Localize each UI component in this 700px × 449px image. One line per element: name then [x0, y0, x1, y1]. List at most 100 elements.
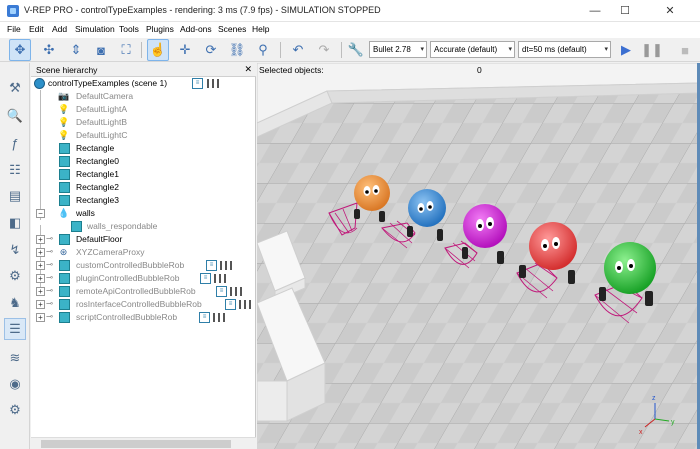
light-icon: 💡 — [58, 104, 70, 114]
object-properties-icon[interactable]: ⚒ — [4, 77, 26, 99]
click-selection-icon[interactable]: ☝ — [147, 39, 169, 61]
menu-scenes[interactable]: Scenes — [218, 24, 246, 34]
tree-row-rosinterface-bubblerob[interactable]: + ⊸ rosInterfaceControlledBubbleRob ≡ — [31, 298, 256, 311]
tree-row-xyz-camera-proxy[interactable]: + ⊸ ⊛ XYZCameraProxy — [31, 246, 256, 259]
tree-row-rectangle[interactable]: Rectangle — [31, 142, 256, 155]
shape-edit-icon[interactable]: ▤ — [4, 185, 26, 207]
object-shift-icon[interactable]: ✛ — [174, 39, 196, 61]
tree-row-walls[interactable]: − 💧 walls — [31, 207, 256, 220]
menu-edit[interactable]: Edit — [29, 24, 44, 34]
stop-simulation-icon[interactable]: ■ — [674, 39, 696, 61]
tree-row-light-c[interactable]: 💡 DefaultLightC — [31, 129, 256, 142]
expand-icon[interactable]: + — [36, 248, 45, 257]
physics-engine-select[interactable]: Bullet 2.78 ▾ — [369, 41, 427, 58]
camera-pan-icon[interactable]: ✥ — [9, 39, 31, 61]
close-button[interactable]: ✕ — [640, 0, 700, 22]
child-script-icon[interactable]: ≡ — [225, 299, 236, 310]
scene-customization-icon[interactable] — [207, 79, 219, 88]
hierarchy-link-icon: ⊸ — [46, 233, 54, 243]
tree-item-label: DefaultCamera — [76, 91, 134, 101]
undo-icon[interactable]: ↶ — [287, 39, 309, 61]
model-browser-icon[interactable]: ♞ — [4, 292, 26, 314]
expand-icon[interactable]: + — [36, 287, 45, 296]
tree-row-camera[interactable]: 📷 DefaultCamera — [31, 90, 256, 103]
customization-script-icon[interactable] — [220, 261, 232, 270]
scrollbar-thumb[interactable] — [41, 440, 231, 448]
tree-row-rectangle3[interactable]: Rectangle3 — [31, 194, 256, 207]
scene-script-icon[interactable]: ≡ — [192, 78, 203, 89]
fit-to-view-icon[interactable]: ⛶ — [115, 39, 137, 61]
cuboid-icon — [59, 312, 70, 323]
calculation-modules-icon[interactable]: 🔍 — [4, 105, 26, 127]
tree-row-scene[interactable]: controlTypeExamples (scene 1) ≡ — [31, 77, 256, 90]
menu-help[interactable]: Help — [252, 24, 269, 34]
collapse-icon[interactable]: − — [36, 209, 45, 218]
hierarchy-link-icon: ⊸ — [46, 259, 54, 269]
transfer-dna-icon[interactable]: ⚲ — [252, 39, 274, 61]
child-script-icon[interactable]: ≡ — [200, 273, 211, 284]
timestep-select[interactable]: dt=50 ms (default) ▾ — [518, 41, 611, 58]
assemble-icon[interactable]: ⛓ — [226, 39, 248, 61]
tree-row-custom-bubblerob[interactable]: + ⊸ customControlledBubbleRob ≡ — [31, 259, 256, 272]
child-script-icon[interactable]: ≡ — [216, 286, 227, 297]
scene-label: controlTypeExamples (scene 1) — [48, 78, 168, 88]
tree-row-plugin-bubblerob[interactable]: + ⊸ pluginControlledBubbleRob ≡ — [31, 272, 256, 285]
menu-addons[interactable]: Add-ons — [180, 24, 212, 34]
accuracy-select[interactable]: Accurate (default) ▾ — [430, 41, 515, 58]
menu-simulation[interactable]: Simulation — [75, 24, 115, 34]
tree-row-rectangle1[interactable]: Rectangle1 — [31, 168, 256, 181]
expand-icon[interactable]: + — [36, 300, 45, 309]
customization-script-icon[interactable] — [239, 300, 251, 309]
maximize-button[interactable]: ☐ — [610, 0, 640, 22]
scene-hierarchy-title: Scene hierarchy — [36, 65, 98, 75]
tree-row-script-bubblerob[interactable]: + ⊸ scriptControlledBubbleRob ≡ — [31, 311, 256, 324]
ik-icon[interactable]: ⚙ — [4, 265, 26, 287]
minimize-button[interactable]: — — [580, 0, 610, 22]
child-script-icon[interactable]: ≡ — [206, 260, 217, 271]
dynamics-content-icon[interactable]: 🔧 — [345, 39, 367, 61]
tree-row-light-b[interactable]: 💡 DefaultLightB — [31, 116, 256, 129]
customization-script-icon[interactable] — [213, 313, 225, 322]
tree-row-rectangle2[interactable]: Rectangle2 — [31, 181, 256, 194]
menu-plugins[interactable]: Plugins — [146, 24, 174, 34]
selected-objects-count: 0 — [477, 65, 482, 75]
scene-hierarchy-icon[interactable]: ☰ — [4, 318, 26, 340]
expand-icon[interactable]: + — [36, 261, 45, 270]
window-title: V-REP PRO - controlTypeExamples - render… — [24, 5, 381, 15]
child-script-icon[interactable]: ≡ — [199, 312, 210, 323]
cuboid-icon — [59, 182, 70, 193]
tree-row-remoteapi-bubblerob[interactable]: + ⊸ remoteApiControlledBubbleRob ≡ — [31, 285, 256, 298]
user-settings-icon[interactable]: ⚙ — [4, 399, 26, 421]
camera-rotate-icon[interactable]: ✣ — [38, 39, 60, 61]
expand-icon[interactable]: + — [36, 235, 45, 244]
scene-render[interactable]: z x y — [257, 63, 700, 449]
menu-add[interactable]: Add — [52, 24, 67, 34]
redo-icon[interactable]: ↷ — [313, 39, 335, 61]
expand-icon[interactable]: + — [36, 313, 45, 322]
selection-icon[interactable]: ◧ — [4, 212, 26, 234]
pause-simulation-icon[interactable]: ❚❚ — [641, 39, 663, 61]
scripts-icon[interactable]: ☷ — [4, 159, 26, 181]
scene-viewport[interactable]: z x y Selected objects: 0 — [257, 63, 700, 449]
hierarchy-horizontal-scrollbar[interactable] — [31, 437, 256, 449]
start-simulation-icon[interactable]: ▶ — [615, 39, 637, 61]
expand-icon[interactable]: + — [36, 274, 45, 283]
customization-script-icon[interactable] — [214, 274, 226, 283]
cuboid-icon — [59, 299, 70, 310]
tree-row-floor[interactable]: + ⊸ DefaultFloor — [31, 233, 256, 246]
path-edit-icon[interactable]: ↯ — [4, 239, 26, 261]
hierarchy-close-icon[interactable]: ✕ — [244, 64, 252, 75]
tree-row-light-a[interactable]: 💡 DefaultLightA — [31, 103, 256, 116]
menu-tools[interactable]: Tools — [119, 24, 139, 34]
video-recorder-icon[interactable]: ◉ — [4, 373, 26, 395]
layers-icon[interactable]: ≋ — [4, 347, 26, 369]
vrep-app-icon — [7, 5, 19, 17]
camera-angle-icon[interactable]: ◙ — [90, 39, 112, 61]
menu-file[interactable]: File — [7, 24, 21, 34]
collections-icon[interactable]: ƒ — [4, 132, 26, 154]
object-rotate-icon[interactable]: ⟳ — [200, 39, 222, 61]
tree-row-walls-respondable[interactable]: walls_respondable — [31, 220, 256, 233]
customization-script-icon[interactable] — [230, 287, 242, 296]
camera-shift-icon[interactable]: ⇕ — [65, 39, 87, 61]
tree-row-rectangle0[interactable]: Rectangle0 — [31, 155, 256, 168]
